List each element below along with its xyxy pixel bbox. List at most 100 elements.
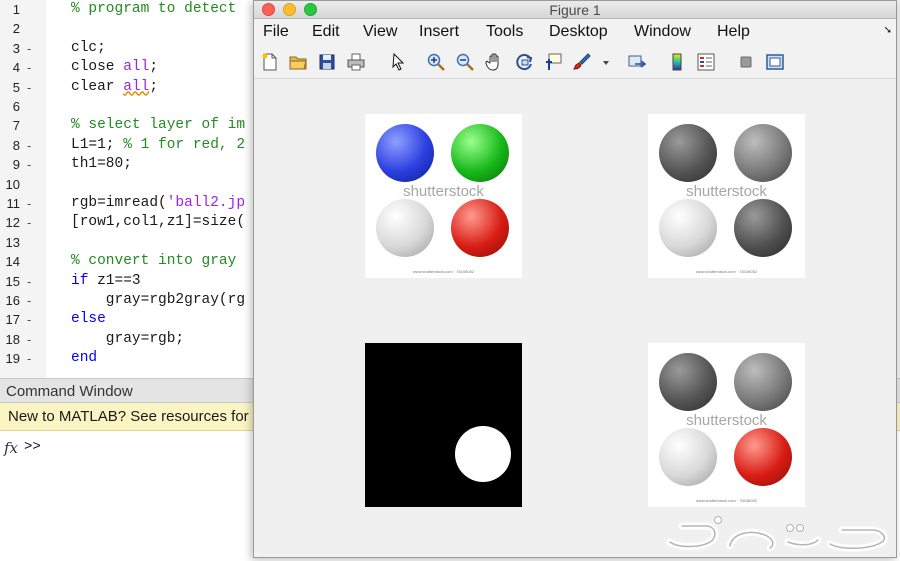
code-line[interactable]: 17- else: [0, 310, 256, 329]
code-line[interactable]: 13: [0, 233, 256, 252]
code-text[interactable]: if z1==3: [71, 272, 141, 291]
code-text[interactable]: rgb=imread('ball2.jp: [71, 194, 245, 213]
code-line[interactable]: 19- end: [0, 349, 256, 368]
line-number: 4: [12, 60, 20, 76]
menu-view[interactable]: View: [363, 23, 397, 41]
code-line[interactable]: 2: [0, 19, 256, 38]
code-text[interactable]: [row1,col1,z1]=size(: [71, 213, 245, 232]
breakpoint-marker[interactable]: -: [27, 213, 31, 232]
function-browser-icon[interactable]: fx: [4, 439, 18, 457]
new-figure-icon[interactable]: [260, 52, 280, 72]
stock-footer-text: www.shutterstock.com · 78108052: [412, 269, 475, 274]
line-number: 1: [12, 2, 20, 17]
line-number: 11: [6, 196, 21, 211]
pointer-icon[interactable]: [388, 52, 408, 72]
line-number: 9: [12, 157, 20, 173]
menu-desktop[interactable]: Desktop: [549, 23, 608, 41]
code-line[interactable]: 14 % convert into gray: [0, 252, 256, 271]
command-window-title: Command Window: [6, 383, 133, 400]
breakpoint-marker[interactable]: -: [27, 39, 31, 58]
gray-ball-mid: [734, 353, 792, 411]
save-icon[interactable]: [317, 52, 337, 72]
code-line[interactable]: 4- close all;: [0, 58, 256, 77]
menu-window[interactable]: Window: [634, 23, 691, 41]
line-number: 18: [5, 331, 20, 347]
menu-edit[interactable]: Edit: [312, 23, 340, 41]
hide-plot-tools-icon[interactable]: [736, 52, 756, 72]
breakpoint-marker[interactable]: -: [27, 272, 31, 291]
link-plot-icon[interactable]: [627, 52, 647, 72]
line-number: 5: [12, 79, 20, 95]
haraj-logo-watermark: [666, 516, 888, 552]
data-cursor-icon[interactable]: [543, 52, 563, 72]
code-line[interactable]: 9- th1=80;: [0, 155, 256, 174]
code-text[interactable]: clc;: [71, 39, 106, 58]
brush-dropdown-icon[interactable]: [596, 52, 609, 72]
line-number: 10: [5, 176, 20, 192]
code-line[interactable]: 10: [0, 175, 256, 194]
code-text[interactable]: % convert into gray: [71, 252, 245, 271]
menu-insert[interactable]: Insert: [419, 23, 459, 41]
command-prompt: >>: [24, 439, 41, 455]
line-number: 6: [12, 99, 20, 114]
watermark-text: shutterstock: [686, 183, 767, 200]
code-text[interactable]: else: [71, 310, 106, 329]
code-text[interactable]: close all;: [71, 58, 158, 77]
menu-file[interactable]: File: [263, 23, 289, 41]
gray-ball-mid: [734, 124, 792, 182]
rotate-3d-icon[interactable]: [515, 52, 535, 72]
breakpoint-marker[interactable]: -: [27, 78, 31, 97]
zoom-in-icon[interactable]: [426, 52, 446, 72]
colorbar-icon[interactable]: [667, 52, 687, 72]
code-text[interactable]: end: [71, 349, 97, 368]
menu-help[interactable]: Help: [717, 23, 750, 41]
breakpoint-marker[interactable]: -: [27, 330, 31, 349]
stock-footer-text: www.shutterstock.com · 78108052: [695, 498, 758, 503]
stock-footer-text: www.shutterstock.com · 78108052: [695, 269, 758, 274]
getting-started-text[interactable]: New to MATLAB? See resources for: [8, 408, 249, 425]
open-file-icon[interactable]: [288, 52, 308, 72]
code-line[interactable]: 18- gray=rgb;: [0, 330, 256, 349]
breakpoint-marker[interactable]: -: [27, 349, 31, 368]
code-line[interactable]: 5- clear all;: [0, 78, 256, 97]
show-plot-tools-icon[interactable]: [765, 52, 785, 72]
legend-icon[interactable]: [696, 52, 716, 72]
figure-menu-bar: File Edit View Insert Tools Desktop Wind…: [254, 19, 896, 45]
breakpoint-marker[interactable]: -: [27, 155, 31, 174]
pan-icon[interactable]: [485, 52, 505, 72]
code-line[interactable]: 1 % program to detect: [0, 0, 256, 19]
code-line[interactable]: 16- gray=rgb2gray(rg: [0, 291, 256, 310]
code-line[interactable]: 6: [0, 97, 256, 116]
code-text[interactable]: gray=rgb;: [71, 330, 184, 349]
code-line[interactable]: 15- if z1==3: [0, 272, 256, 291]
code-line[interactable]: 7 % select layer of im: [0, 116, 256, 135]
gray-ball-light: [659, 428, 717, 486]
code-line[interactable]: 8- L1=1; % 1 for red, 2: [0, 136, 256, 155]
menu-tools[interactable]: Tools: [486, 23, 523, 41]
code-text[interactable]: % program to detect: [71, 0, 245, 19]
breakpoint-marker[interactable]: -: [27, 194, 31, 213]
breakpoint-marker[interactable]: -: [27, 136, 31, 155]
code-text[interactable]: gray=rgb2gray(rg: [71, 291, 245, 310]
breakpoint-marker[interactable]: -: [27, 310, 31, 329]
code-editor[interactable]: 1% program to detect 2 3- clc; 4- close all;…: [0, 0, 256, 378]
menu-overflow-icon[interactable]: ➘: [884, 25, 892, 36]
figure-title-bar[interactable]: Figure 1: [254, 1, 896, 19]
breakpoint-marker[interactable]: -: [27, 291, 31, 310]
breakpoint-marker[interactable]: -: [27, 58, 31, 77]
code-text[interactable]: clear all;: [71, 78, 158, 97]
print-icon[interactable]: [346, 52, 366, 72]
code-text[interactable]: th1=80;: [71, 155, 132, 174]
line-number: 12: [5, 215, 20, 231]
code-text[interactable]: L1=1; % 1 for red, 2: [71, 136, 245, 155]
zoom-out-icon[interactable]: [455, 52, 475, 72]
brush-icon[interactable]: [572, 52, 592, 72]
figure-window: Figure 1 File Edit View Insert Tools Des…: [253, 0, 897, 558]
figure-canvas[interactable]: shutterstock www.shutterstock.com · 7810…: [254, 79, 896, 557]
code-text[interactable]: % select layer of im: [71, 116, 245, 135]
line-number: 13: [5, 234, 20, 250]
code-line[interactable]: 11- rgb=imread('ball2.jp: [0, 194, 256, 213]
line-number: 7: [12, 118, 20, 134]
code-line[interactable]: 12- [row1,col1,z1]=size(: [0, 213, 256, 232]
code-line[interactable]: 3- clc;: [0, 39, 256, 58]
